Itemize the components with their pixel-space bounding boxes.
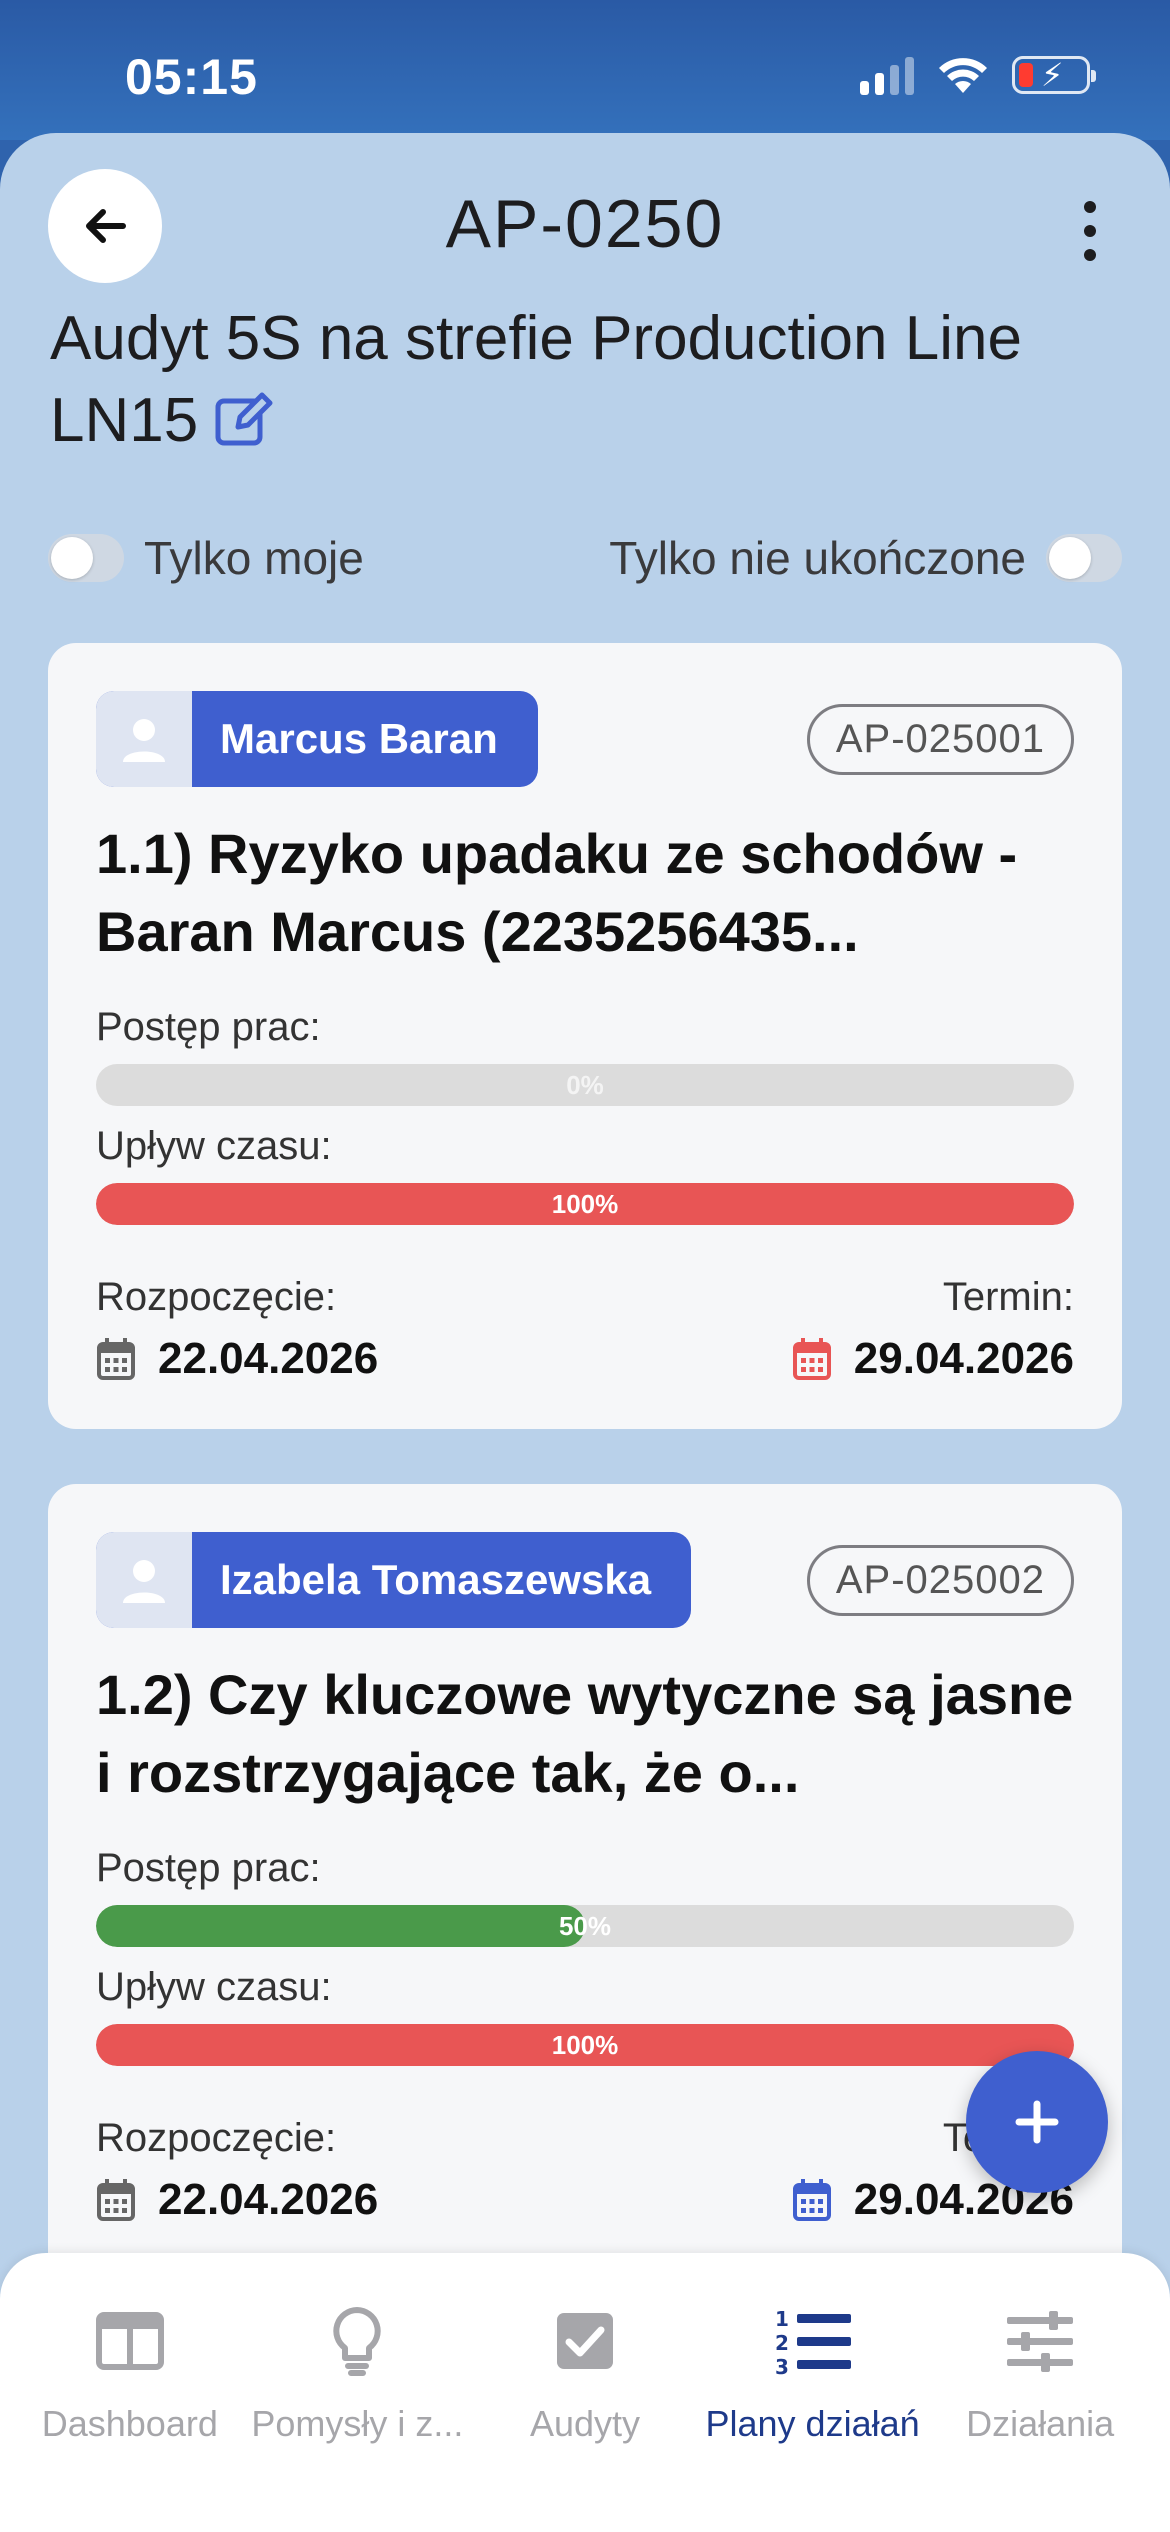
progress-bar-value: 50% <box>558 1911 612 1941</box>
sliders-icon <box>1007 2311 1074 2372</box>
progress-bar: 0% <box>96 1064 1074 1106</box>
due-date-value: 29.04.2026 <box>853 1334 1074 1383</box>
page-title: AP-0250 <box>445 186 725 262</box>
only-unfinished-label: Tylko nie ukończone <box>609 532 1026 584</box>
start-date-label: Rozpoczęcie: <box>96 1275 337 1319</box>
time-elapsed-bar: 100% <box>96 1183 1074 1225</box>
dashboard-icon <box>95 2312 164 2370</box>
calendar-icon <box>792 2179 831 2221</box>
action-item-card[interactable]: Izabela Tomaszewska AP-025002 1.2) Czy k… <box>48 1484 1122 2384</box>
battery-icon: ⚡ <box>1012 56 1096 94</box>
plus-icon <box>1015 2100 1059 2144</box>
svg-text:2: 2 <box>775 2331 789 2355</box>
time-elapsed-bar-value: 100% <box>551 1189 619 1219</box>
tab-audits[interactable]: Audyty <box>471 2253 699 2532</box>
calendar-icon <box>792 1338 831 1380</box>
avatar <box>96 691 192 787</box>
progress-label: Postęp prac: <box>96 1846 321 1890</box>
assignee-badge: Marcus Baran <box>96 691 538 787</box>
item-code-badge: AP-025001 <box>806 703 1074 775</box>
tab-ideas[interactable]: Pomysły i z... <box>244 2253 472 2532</box>
filter-row: Tylko moje Tylko nie ukończone <box>48 518 1122 598</box>
filter-only-unfinished[interactable]: Tylko nie ukończone <box>609 531 1122 585</box>
status-icons: ⚡ <box>860 55 1096 95</box>
start-date-value: 22.04.2026 <box>158 2175 379 2224</box>
tab-label: Działania <box>966 2403 1115 2444</box>
tab-dashboard[interactable]: Dashboard <box>16 2253 244 2532</box>
only-mine-toggle[interactable] <box>48 534 124 582</box>
bottom-tab-bar: Dashboard Pomysły i z... Audyty 1 2 3 Pl… <box>0 2253 1170 2532</box>
assignee-name: Izabela Tomaszewska <box>220 1556 652 1603</box>
action-item-card[interactable]: Marcus Baran AP-025001 1.1) Ryzyko upada… <box>48 643 1122 1429</box>
user-icon <box>123 719 165 762</box>
due-date: Termin: 29.04.2026 <box>792 1275 1074 1384</box>
status-time: 05:15 <box>125 49 258 105</box>
status-bar: 05:15 ⚡ <box>0 0 1170 140</box>
lightbulb-icon <box>333 2307 382 2376</box>
svg-text:1: 1 <box>775 2307 789 2331</box>
tab-label: Audyty <box>529 2403 641 2444</box>
start-date: Rozpoczęcie: 22.04.2026 <box>96 2116 378 2225</box>
item-title: 1.1) Ryzyko upadaku ze schodów - Baran M… <box>96 822 1018 963</box>
start-date-label: Rozpoczęcie: <box>96 2116 337 2160</box>
only-mine-label: Tylko moje <box>144 532 364 584</box>
cellular-signal-icon <box>860 55 914 95</box>
add-button[interactable] <box>966 2051 1108 2193</box>
progress-bar-value: 0% <box>566 1070 604 1100</box>
time-elapsed-bar-value: 100% <box>551 2030 619 2060</box>
avatar <box>96 1532 192 1628</box>
start-date-value: 22.04.2026 <box>158 1334 379 1383</box>
numbered-list-icon: 1 2 3 <box>775 2307 851 2376</box>
time-elapsed-label: Upływ czasu: <box>96 1124 332 1168</box>
calendar-icon <box>97 2179 135 2221</box>
tab-action-plans[interactable]: 1 2 3 Plany działań <box>699 2253 927 2532</box>
tab-label: Pomysły i z... <box>251 2403 464 2444</box>
tab-label: Dashboard <box>41 2403 218 2444</box>
progress-bar: 50% <box>96 1905 1074 1947</box>
item-code-badge: AP-025002 <box>806 1544 1074 1616</box>
time-elapsed-bar: 100% <box>96 2024 1074 2066</box>
filter-only-mine[interactable]: Tylko moje <box>48 531 364 585</box>
assignee-name: Marcus Baran <box>220 715 498 762</box>
checkbox-icon <box>556 2313 613 2369</box>
progress-label: Postęp prac: <box>96 1005 321 1049</box>
edit-icon[interactable] <box>214 389 276 447</box>
tab-actions[interactable]: Działania <box>926 2253 1154 2532</box>
user-icon <box>123 1560 165 1603</box>
start-date: Rozpoczęcie: 22.04.2026 <box>96 1275 378 1384</box>
svg-text:3: 3 <box>775 2355 789 2376</box>
wifi-icon <box>939 58 987 93</box>
due-date-label: Termin: <box>942 1275 1074 1319</box>
only-unfinished-toggle[interactable] <box>1046 534 1122 582</box>
item-title: 1.2) Czy kluczowe wytyczne są jasne i ro… <box>96 1663 1074 1804</box>
time-elapsed-label: Upływ czasu: <box>96 1965 332 2009</box>
calendar-icon <box>97 1338 135 1380</box>
more-options-button[interactable] <box>1070 201 1110 261</box>
assignee-badge: Izabela Tomaszewska <box>96 1532 692 1628</box>
plan-title: Audyt 5S na strefie Production Line LN15 <box>50 298 1110 462</box>
plan-title-text: Audyt 5S na strefie Production Line LN15 <box>50 304 1022 455</box>
tab-label: Plany działań <box>705 2403 920 2444</box>
